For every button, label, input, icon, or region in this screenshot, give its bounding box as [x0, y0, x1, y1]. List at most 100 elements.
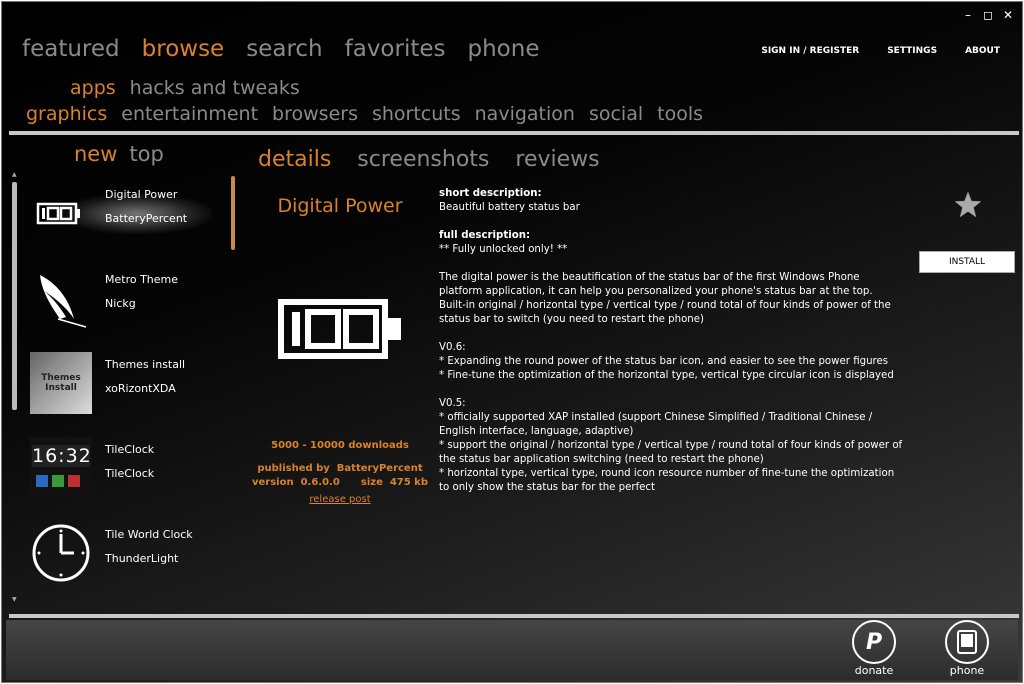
category-navigation[interactable]: navigation	[475, 103, 575, 125]
download-count: 5000 - 10000 downloads	[271, 440, 409, 451]
sign-in-register-link[interactable]: SIGN IN / REGISTER	[761, 46, 859, 56]
category-row-2: graphics entertainment browsers shortcut…	[26, 103, 703, 125]
themes-install-thumbnail: Themes Install	[30, 352, 92, 414]
version-size-row: version 0.6.0.0 size 475 kb	[252, 477, 428, 488]
app-name: Digital Power	[105, 188, 178, 201]
donate-label: donate	[854, 664, 894, 677]
list-item-digital-power[interactable]: Digital Power BatteryPercent	[22, 174, 237, 259]
tab-screenshots[interactable]: screenshots	[357, 147, 489, 172]
category-apps[interactable]: apps	[70, 77, 116, 99]
app-name: Tile World Clock	[105, 528, 193, 541]
app-name: Metro Theme	[105, 273, 179, 286]
list-item-metro-theme[interactable]: Metro Theme Nickg	[22, 259, 237, 344]
description-panel: short description: Beautiful battery sta…	[439, 187, 904, 495]
top-links: SIGN IN / REGISTER SETTINGS ABOUT	[761, 46, 1000, 56]
phone-label: phone	[949, 664, 985, 677]
version-value: 0.6.0.0	[300, 477, 340, 488]
app-author: BatteryPercent	[105, 212, 188, 225]
app-name: TileClock	[105, 443, 155, 456]
about-link[interactable]: ABOUT	[965, 46, 1000, 56]
nav-browse[interactable]: browse	[142, 36, 225, 62]
install-button[interactable]: INSTALL	[919, 251, 1015, 273]
sort-new[interactable]: new	[74, 142, 117, 166]
full-description-line: V0.6:	[439, 342, 466, 353]
full-description-line: V0.5:	[439, 398, 466, 409]
scroll-down-icon[interactable]: ▼	[12, 596, 17, 603]
app-list: Digital Power BatteryPercent Metro Theme…	[22, 174, 237, 612]
sort-top[interactable]: top	[129, 142, 163, 166]
tab-details[interactable]: details	[258, 147, 331, 172]
battery-icon	[30, 182, 92, 244]
category-tools[interactable]: tools	[657, 103, 703, 125]
list-item-themes-install[interactable]: Themes Install Themes install xoRizontXD…	[22, 344, 237, 429]
header-divider	[9, 131, 1019, 135]
version-info: version 0.6.0.0	[252, 477, 340, 488]
version-label: version	[252, 477, 294, 488]
list-item-tile-world-clock[interactable]: Tile World Clock ThunderLight	[22, 514, 237, 599]
nav-phone[interactable]: phone	[468, 36, 540, 62]
nav-featured[interactable]: featured	[22, 36, 120, 62]
full-description-line: The digital power is the beautification …	[439, 272, 873, 297]
full-description-line: * Fine-tune the optimization of the hori…	[439, 370, 894, 381]
tile-icon	[36, 475, 48, 487]
detail-tabs: details screenshots reviews	[258, 147, 600, 172]
full-description-line: * Expanding the round power of the statu…	[439, 356, 889, 367]
window-controls: – ◻ ✕	[962, 8, 1014, 22]
publisher-name: BatteryPercent	[336, 463, 423, 474]
category-social[interactable]: social	[589, 103, 643, 125]
category-row-1: apps hacks and tweaks	[70, 77, 300, 99]
tab-reviews[interactable]: reviews	[515, 147, 599, 172]
app-name: Themes install	[105, 358, 186, 371]
clock-digits: 16:32	[32, 445, 92, 467]
full-description-line: * officially supported XAP installed (su…	[439, 412, 873, 437]
short-description: Beautiful battery status bar	[439, 202, 580, 213]
category-browsers[interactable]: browsers	[272, 103, 358, 125]
app-title: Digital Power	[277, 195, 403, 217]
close-icon[interactable]: ✕	[1002, 8, 1014, 22]
tile-icon	[52, 475, 64, 487]
category-shortcuts[interactable]: shortcuts	[372, 103, 461, 125]
app-author: Nickg	[105, 297, 136, 310]
app-window: – ◻ ✕ featured browse search favorites p…	[1, 1, 1023, 683]
maximize-icon[interactable]: ◻	[982, 8, 994, 22]
favorite-star-icon[interactable]	[953, 190, 983, 224]
app-author: xoRizontXDA	[105, 382, 176, 395]
battery-icon	[278, 294, 406, 368]
clock-icon	[30, 522, 92, 584]
published-label: published by	[257, 463, 330, 474]
list-scrollbar-thumb[interactable]	[12, 182, 17, 410]
list-item-tileclock[interactable]: 16:32 TileClock TileClock	[22, 429, 237, 514]
settings-link[interactable]: SETTINGS	[887, 46, 937, 56]
category-hacks-and-tweaks[interactable]: hacks and tweaks	[130, 77, 300, 99]
nav-search[interactable]: search	[246, 36, 322, 62]
paypal-icon: P	[852, 620, 896, 664]
size-info: size 475 kb	[361, 477, 428, 488]
thumbnail-text: Themes Install	[41, 373, 81, 393]
tile-icon	[68, 475, 80, 487]
phone-icon	[945, 620, 989, 664]
size-label: size	[360, 477, 383, 488]
donate-button[interactable]: P donate	[844, 620, 904, 677]
full-description-line: ** Fully unlocked only! **	[439, 244, 568, 255]
sort-tabs: new top	[74, 142, 164, 166]
full-description-heading: full description:	[439, 230, 531, 241]
selection-indicator	[231, 176, 235, 250]
category-graphics[interactable]: graphics	[26, 103, 107, 125]
release-post-link[interactable]: release post	[252, 494, 428, 505]
full-description-line: * horizontal type, vertical type, round …	[439, 468, 895, 493]
size-value: 475 kb	[389, 477, 428, 488]
app-author: ThunderLight	[105, 552, 179, 565]
phone-button[interactable]: phone	[937, 620, 997, 677]
minimize-icon[interactable]: –	[962, 8, 974, 22]
short-description-heading: short description:	[439, 188, 542, 199]
app-author: TileClock	[105, 467, 155, 480]
main-nav: featured browse search favorites phone	[22, 36, 539, 62]
nav-favorites[interactable]: favorites	[345, 36, 446, 62]
full-description-line: * support the original / horizontal type…	[439, 440, 903, 465]
paypal-glyph: P	[865, 629, 883, 655]
category-entertainment[interactable]: entertainment	[121, 103, 258, 125]
publisher-line: published by BatteryPercent	[252, 463, 428, 474]
full-description-line: Built-in original / horizontal type / ve…	[439, 300, 891, 325]
tile-clock-thumbnail: 16:32	[30, 437, 92, 499]
scroll-up-icon[interactable]: ▲	[12, 171, 17, 178]
